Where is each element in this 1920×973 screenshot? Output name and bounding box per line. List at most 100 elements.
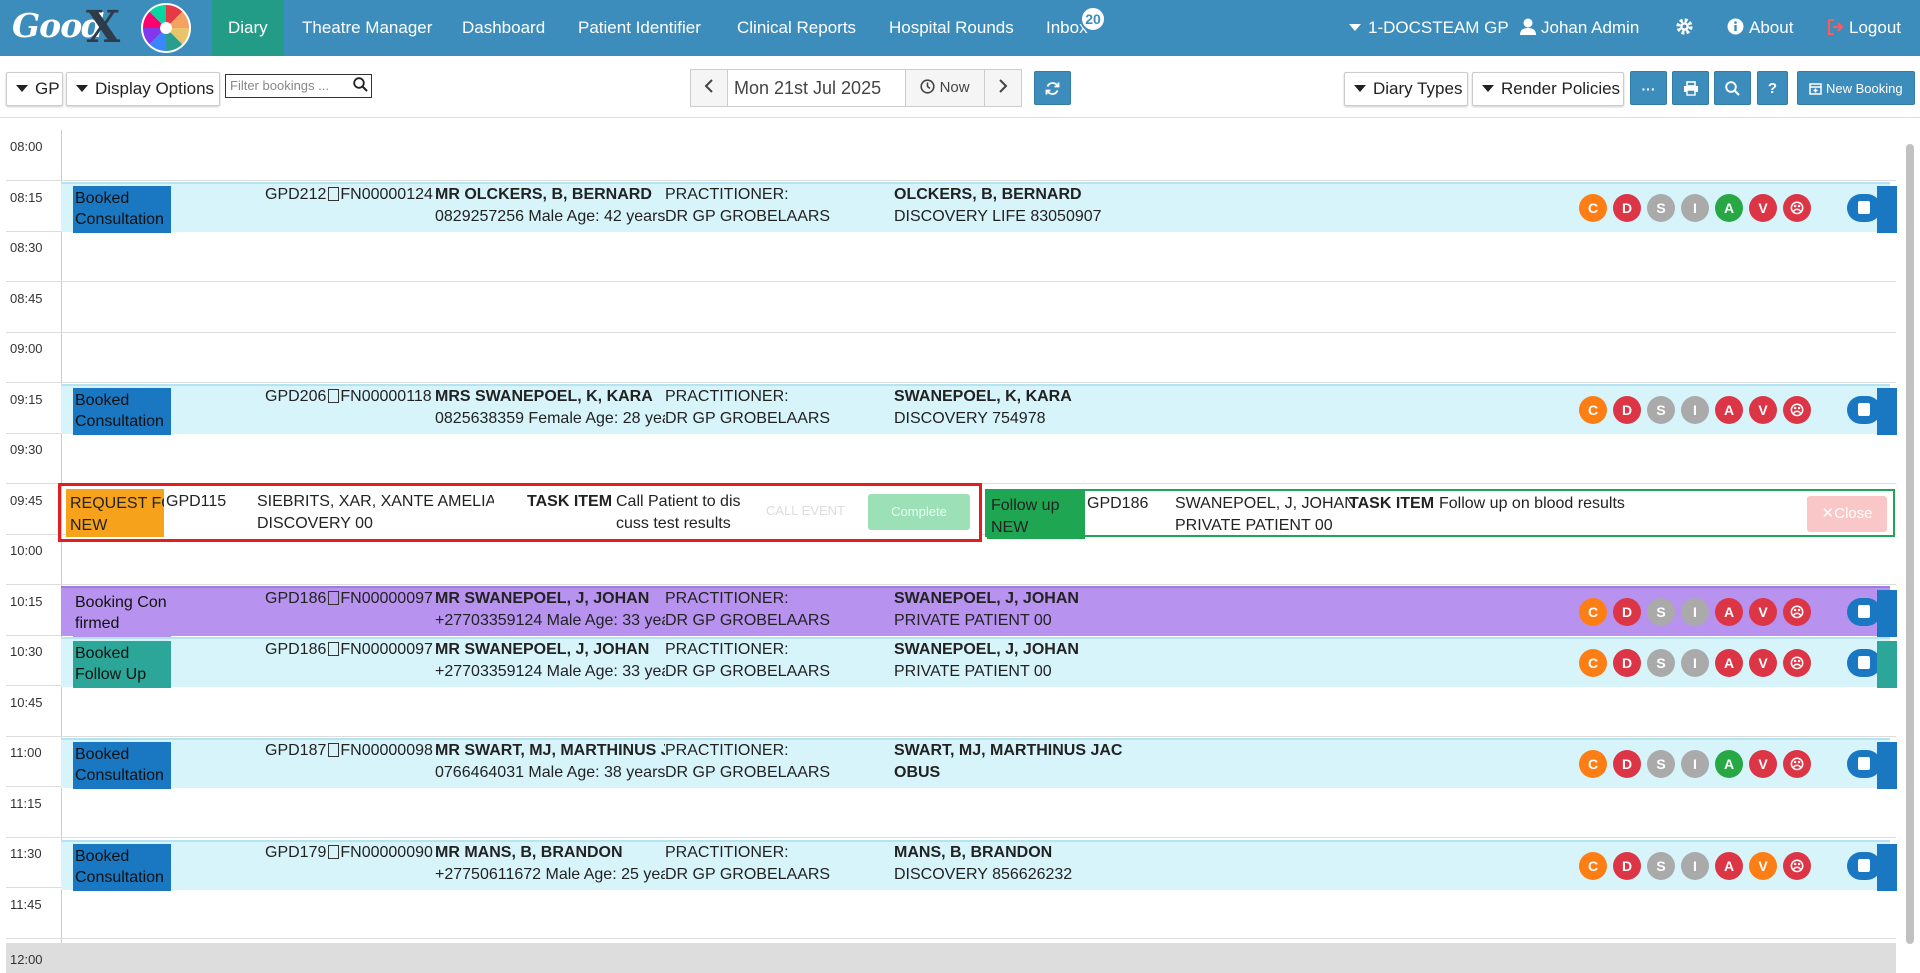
s-button[interactable]: S xyxy=(1647,750,1675,778)
about-label: About xyxy=(1749,18,1794,37)
render-policies-label: Render Policies xyxy=(1501,79,1621,98)
date-display[interactable]: Mon 21st Jul 2025 xyxy=(727,69,906,107)
a-button[interactable]: A xyxy=(1715,750,1743,778)
search-button[interactable] xyxy=(1714,71,1751,105)
v-button[interactable]: V xyxy=(1749,852,1777,880)
settings-button[interactable] xyxy=(1675,0,1694,56)
a-button[interactable]: A xyxy=(1715,852,1743,880)
d-button[interactable]: D xyxy=(1613,750,1641,778)
sad-face-icon[interactable]: ☹ xyxy=(1783,396,1811,424)
booking-row[interactable]: Booked Consultation GPD212 FN00000124 MR O… xyxy=(61,182,1897,233)
i-button[interactable]: I xyxy=(1681,649,1709,677)
time-slot[interactable]: 09:30 xyxy=(6,433,1896,484)
s-button[interactable]: S xyxy=(1647,194,1675,222)
a-button[interactable]: A xyxy=(1715,194,1743,222)
note-button[interactable] xyxy=(1847,598,1881,626)
help-button[interactable]: ? xyxy=(1757,71,1788,105)
more-options-button[interactable]: ··· xyxy=(1630,71,1667,105)
close-icon: ✕ xyxy=(1821,505,1835,522)
note-button[interactable] xyxy=(1847,396,1881,424)
time-slot[interactable]: 08:30 xyxy=(6,231,1896,282)
v-button[interactable]: V xyxy=(1749,598,1777,626)
about-link[interactable]: About xyxy=(1727,0,1793,56)
d-button[interactable]: D xyxy=(1613,598,1641,626)
note-button[interactable] xyxy=(1847,750,1881,778)
user-menu[interactable]: Johan Admin xyxy=(1520,0,1639,56)
time-slot[interactable]: 08:45 xyxy=(6,282,1896,333)
note-button[interactable] xyxy=(1847,852,1881,880)
practice-selector[interactable]: 1-DOCSTEAM GP xyxy=(1346,0,1509,56)
task-item-follow-up[interactable]: Follow up NEW GPD186 SWANEPOEL, J, JOHAN … xyxy=(985,489,1895,539)
booking-row[interactable]: Booked Consultation GPD206 FN00000118 MRS … xyxy=(61,384,1897,435)
i-button[interactable]: I xyxy=(1681,598,1709,626)
v-button[interactable]: V xyxy=(1749,649,1777,677)
booking-status: Booked Consultation xyxy=(73,186,171,233)
nav-diary[interactable]: Diary xyxy=(212,0,284,56)
sad-face-icon[interactable]: ☹ xyxy=(1783,852,1811,880)
c-button[interactable]: C xyxy=(1579,750,1607,778)
filter-bookings-input[interactable]: Filter bookings ... xyxy=(225,74,372,98)
note-button[interactable] xyxy=(1847,649,1881,677)
print-button[interactable] xyxy=(1672,71,1709,105)
time-slot[interactable]: 10:45 xyxy=(6,686,1896,737)
goodx-logo[interactable]: Good X xyxy=(0,0,210,56)
v-button[interactable]: V xyxy=(1749,396,1777,424)
s-button[interactable]: S xyxy=(1647,649,1675,677)
sad-face-icon[interactable]: ☹ xyxy=(1783,649,1811,677)
time-slot[interactable]: 08:00 xyxy=(6,130,1896,181)
caret-down-icon xyxy=(1354,85,1366,93)
v-button[interactable]: V xyxy=(1749,750,1777,778)
time-slot[interactable]: 11:45 xyxy=(6,888,1896,939)
prev-day-button[interactable] xyxy=(690,69,728,107)
booking-row[interactable]: Booking Con firmed GPD186 FN00000097 MR SW… xyxy=(61,586,1897,637)
gp-dropdown[interactable]: GP xyxy=(6,72,63,106)
logout-link[interactable]: Logout xyxy=(1827,0,1901,56)
nav-hospital-rounds[interactable]: Hospital Rounds xyxy=(873,0,1030,56)
booking-row[interactable]: Booked Consultation GPD179 FN00000090 MR M… xyxy=(61,840,1897,891)
a-button[interactable]: A xyxy=(1715,396,1743,424)
sad-face-icon[interactable]: ☹ xyxy=(1783,750,1811,778)
render-policies-dropdown[interactable]: Render Policies xyxy=(1472,72,1624,106)
c-button[interactable]: C xyxy=(1579,852,1607,880)
note-button[interactable] xyxy=(1847,194,1881,222)
vertical-scrollbar[interactable] xyxy=(1900,130,1920,969)
next-day-button[interactable] xyxy=(984,69,1022,107)
close-button[interactable]: ✕Close xyxy=(1807,496,1887,532)
i-button[interactable]: I xyxy=(1681,852,1709,880)
booking-row[interactable]: Booked Follow Up GPD186 FN00000097 MR SWAN… xyxy=(61,637,1897,688)
c-button[interactable]: C xyxy=(1579,649,1607,677)
time-slot[interactable]: 09:00 xyxy=(6,332,1896,383)
diary-types-dropdown[interactable]: Diary Types xyxy=(1344,72,1468,106)
scrollbar-thumb[interactable] xyxy=(1906,144,1914,944)
info-icon xyxy=(1727,18,1744,35)
nav-patient-identifier[interactable]: Patient Identifier xyxy=(562,0,717,56)
s-button[interactable]: S xyxy=(1647,598,1675,626)
s-button[interactable]: S xyxy=(1647,396,1675,424)
d-button[interactable]: D xyxy=(1613,194,1641,222)
display-options-dropdown[interactable]: Display Options xyxy=(66,72,220,106)
i-button[interactable]: I xyxy=(1681,194,1709,222)
sad-face-icon[interactable]: ☹ xyxy=(1783,194,1811,222)
nav-dashboard[interactable]: Dashboard xyxy=(446,0,561,56)
c-button[interactable]: C xyxy=(1579,194,1607,222)
booking-row[interactable]: Booked Consultation GPD187 FN00000098 MR S… xyxy=(61,738,1897,789)
practice-label: 1-DOCSTEAM GP xyxy=(1368,18,1509,37)
refresh-button[interactable] xyxy=(1034,71,1071,105)
d-button[interactable]: D xyxy=(1613,396,1641,424)
c-button[interactable]: C xyxy=(1579,396,1607,424)
a-button[interactable]: A xyxy=(1715,598,1743,626)
nav-theatre-manager[interactable]: Theatre Manager xyxy=(286,0,448,56)
nav-clinical-reports[interactable]: Clinical Reports xyxy=(721,0,872,56)
d-button[interactable]: D xyxy=(1613,852,1641,880)
sad-face-icon[interactable]: ☹ xyxy=(1783,598,1811,626)
s-button[interactable]: S xyxy=(1647,852,1675,880)
time-slot[interactable]: 11:15 xyxy=(6,787,1896,838)
a-button[interactable]: A xyxy=(1715,649,1743,677)
new-booking-button[interactable]: New Booking xyxy=(1797,71,1915,105)
v-button[interactable]: V xyxy=(1749,194,1777,222)
i-button[interactable]: I xyxy=(1681,750,1709,778)
c-button[interactable]: C xyxy=(1579,598,1607,626)
now-button[interactable]: Now xyxy=(905,69,985,107)
d-button[interactable]: D xyxy=(1613,649,1641,677)
i-button[interactable]: I xyxy=(1681,396,1709,424)
